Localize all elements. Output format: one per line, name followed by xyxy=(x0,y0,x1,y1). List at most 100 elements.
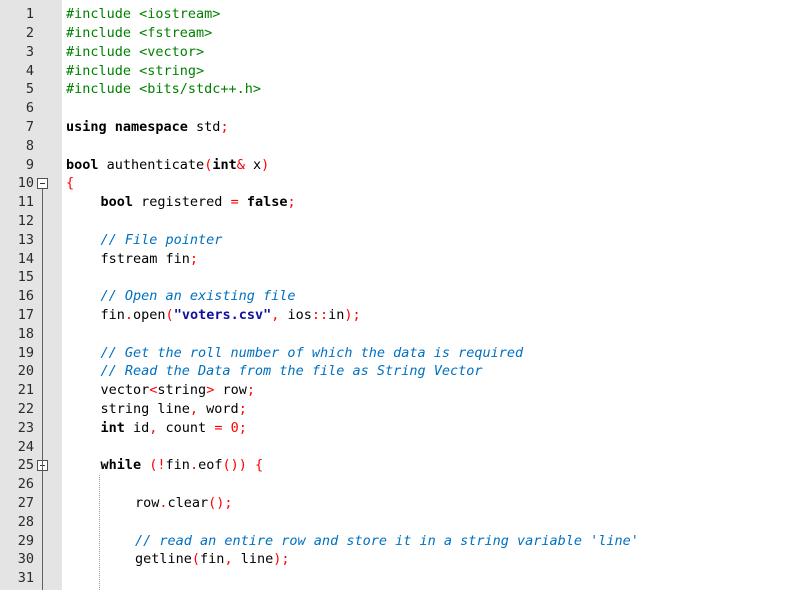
code-token: 0 xyxy=(222,419,239,436)
code-token: ; xyxy=(220,119,229,135)
code-token: fin xyxy=(100,307,125,323)
code-line[interactable]: row.clear(); xyxy=(135,494,233,513)
line-number: 15 xyxy=(17,269,34,286)
code-token: . xyxy=(189,457,199,474)
code-line[interactable]: #include <string> xyxy=(66,62,204,81)
code-token: #include <fstream> xyxy=(66,25,213,41)
line-number: 8 xyxy=(25,137,34,154)
line-number: 17 xyxy=(17,307,34,323)
code-token: getline xyxy=(135,551,192,568)
line-number-gutter: 1 2 3 4 5 6 7 8 9 10 11 12 13 14 15 16 17 18 19 20 21 22 23 24 2… xyxy=(0,0,62,590)
line-number: 4 xyxy=(25,62,34,79)
code-token: ; xyxy=(246,382,255,399)
fold-collapse-icon[interactable] xyxy=(37,178,48,190)
code-token: in xyxy=(328,307,345,323)
code-token: ; xyxy=(238,401,247,417)
code-line[interactable]: // File pointer xyxy=(101,231,223,250)
code-token: { xyxy=(255,457,264,474)
code-token: fstream fin xyxy=(100,250,190,267)
code-token: int xyxy=(100,419,125,436)
code-line[interactable]: #include <fstream> xyxy=(66,24,212,43)
line-number: 1 xyxy=(25,6,34,23)
code-token: fin xyxy=(165,457,190,474)
line-number: 29 xyxy=(17,532,34,549)
code-token: & xyxy=(236,156,245,173)
code-token: (); xyxy=(208,495,233,511)
code-token: ; xyxy=(189,250,199,267)
line-number: 26 xyxy=(17,476,34,493)
line-number: 28 xyxy=(17,513,34,530)
code-line[interactable]: #include <bits/stdc++.h> xyxy=(66,80,261,99)
line-number: 3 xyxy=(25,43,34,60)
code-token: // Get the roll number of which the data… xyxy=(100,344,524,361)
line-number: 18 xyxy=(17,325,34,342)
code-token: x xyxy=(244,156,262,173)
line-number: 22 xyxy=(17,401,34,417)
code-line[interactable]: getline(fin, line); xyxy=(135,550,289,569)
code-line[interactable]: bool registered = false; xyxy=(101,193,296,212)
code-token: // File pointer xyxy=(100,231,223,248)
code-token: #include <iostream> xyxy=(66,6,221,23)
code-token: ); xyxy=(344,307,361,323)
code-token: :: xyxy=(311,307,329,323)
line-number: 21 xyxy=(17,382,34,399)
line-number: 9 xyxy=(25,156,34,173)
code-token: #include <vector> xyxy=(66,43,205,60)
code-line[interactable]: bool authenticate(int& x) xyxy=(66,156,269,175)
code-token: row xyxy=(214,382,247,399)
code-line[interactable]: fin.open("voters.csv", ios::in); xyxy=(101,306,361,325)
code-token: , xyxy=(224,551,233,568)
code-token: eof xyxy=(198,457,223,474)
code-line[interactable]: // Read the Data from the file as String… xyxy=(101,362,483,381)
code-token: ()) xyxy=(222,457,247,474)
code-token: #include <string> xyxy=(66,62,205,79)
code-line[interactable]: using namespace std; xyxy=(66,118,229,137)
line-number: 5 xyxy=(25,81,34,98)
code-token: . xyxy=(159,495,168,511)
code-token: = xyxy=(230,194,239,211)
code-line[interactable]: #include <vector> xyxy=(66,43,204,62)
code-token: { xyxy=(66,175,75,192)
line-number: 19 xyxy=(17,344,34,361)
code-area[interactable]: #include <iostream> #include <fstream> #in… xyxy=(66,0,786,590)
code-token: ios xyxy=(279,307,312,323)
code-token: ( xyxy=(191,551,201,568)
code-token: string line xyxy=(100,401,190,417)
code-token: open xyxy=(133,307,166,323)
code-token: row xyxy=(135,495,160,511)
code-token: bool xyxy=(100,194,134,211)
code-line[interactable]: vector<string> row; xyxy=(101,381,256,400)
fold-range-line xyxy=(42,189,43,590)
line-number: 6 xyxy=(25,100,34,117)
code-line[interactable]: string line, word; xyxy=(101,400,247,419)
code-token: id xyxy=(124,419,150,436)
code-editor[interactable]: 1 2 3 4 5 6 7 8 9 10 11 12 13 14 15 16 17 18 19 20 21 22 23 24 2… xyxy=(0,0,786,590)
code-line[interactable]: fstream fin; xyxy=(101,250,199,269)
code-line[interactable]: // Open an existing file xyxy=(101,287,296,306)
code-token: clear xyxy=(167,495,209,511)
code-token: std xyxy=(187,119,221,135)
line-number: 7 xyxy=(25,119,34,135)
line-number: 16 xyxy=(17,288,34,305)
line-number: 13 xyxy=(17,231,34,248)
code-token: while xyxy=(100,457,142,474)
code-token: // Open an existing file xyxy=(100,288,296,305)
code-token: // read an entire row and store it in a … xyxy=(135,532,639,549)
code-line[interactable]: // Get the roll number of which the data… xyxy=(101,344,524,363)
code-token: using namespace xyxy=(66,119,188,135)
line-number: 20 xyxy=(17,363,34,380)
code-line[interactable]: #include <iostream> xyxy=(66,5,220,24)
code-token: "voters.csv" xyxy=(173,307,272,323)
code-line[interactable]: // read an entire row and store it in a … xyxy=(135,532,639,551)
line-number: 10 xyxy=(17,175,34,192)
code-token: authenticate xyxy=(98,156,205,173)
code-line[interactable]: while (!fin.eof()) { xyxy=(101,456,264,475)
code-token: int xyxy=(212,156,237,173)
code-token: word xyxy=(198,401,239,417)
code-token: line xyxy=(232,551,274,568)
code-line[interactable]: { xyxy=(66,174,74,193)
line-number: 23 xyxy=(17,419,34,436)
code-line[interactable]: int id, count = 0; xyxy=(101,419,247,438)
code-token: (! xyxy=(149,457,166,474)
line-number: 27 xyxy=(17,495,34,511)
